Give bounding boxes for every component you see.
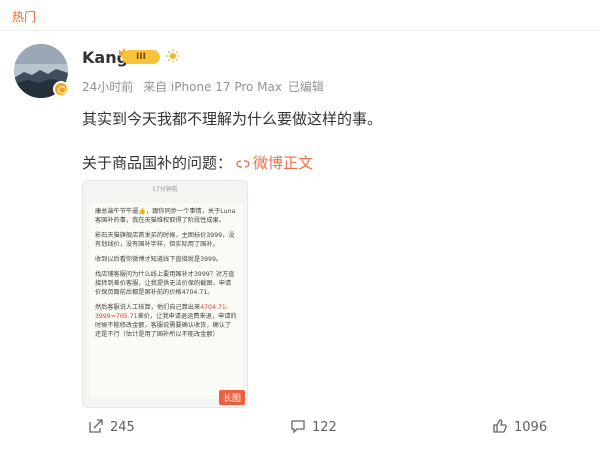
edited-label[interactable]: 已编辑: [288, 80, 324, 94]
post-meta: 24小时前 来自 iPhone 17 Pro Max 已编辑: [82, 78, 330, 95]
like-count: 1096: [514, 420, 548, 435]
post-source: 来自 iPhone 17 Pro Max: [143, 80, 282, 94]
image-header: 17分钟前: [152, 186, 178, 193]
action-bar: 245 122 1096: [0, 414, 600, 440]
chat-paragraph: 找店铺客服问为什么线上要用国补才3999？对方直接转到差价客服，让我提供无法价保…: [95, 270, 235, 296]
share-icon: [89, 419, 103, 433]
comment-icon: [291, 420, 305, 434]
share-count: 245: [110, 420, 135, 435]
weibo-link[interactable]: 微博正文: [236, 154, 313, 172]
like-button[interactable]: 1096: [492, 418, 547, 435]
divider: [0, 30, 600, 31]
sun-icon[interactable]: [166, 49, 180, 63]
comment-count: 122: [312, 420, 337, 435]
post-text: 其实到今天我都不理解为什么要做这样的事。: [82, 110, 383, 128]
long-image[interactable]: 17分钟前 康总端午节牛逼👍，跟你同步一个事情，关于Luna客国补的事，我在天猫…: [82, 180, 248, 408]
post-time[interactable]: 24小时前: [82, 80, 133, 94]
comment-button[interactable]: 122: [290, 418, 337, 435]
difference-highlight: 4704.71-3999=705.71: [95, 303, 229, 320]
chat-paragraph: 康总端午节牛逼👍，跟你同步一个事情，关于Luna客国补的事，我在天猫维权取得了阶…: [95, 208, 236, 224]
section-label[interactable]: 热门: [12, 8, 36, 25]
long-image-tag: 长图: [218, 390, 245, 405]
link-icon: [236, 160, 250, 168]
question-prefix: 关于商品国补的问题：: [82, 154, 233, 172]
chat-bubble: 康总端午节牛逼👍，跟你同步一个事情，关于Luna客国补的事，我在天猫维权取得了阶…: [89, 203, 243, 399]
share-button[interactable]: 245: [88, 418, 135, 435]
verified-badge-icon: [53, 81, 69, 97]
chat-paragraph: 影石天猫旗舰店首发买的时候，主图标价3999，没有划线价，没有国补字样，但实际用…: [95, 231, 235, 248]
chat-paragraph: 然后客服说人工核算，他们自己算出来4704.71-3999=705.71差价，让…: [95, 303, 237, 338]
like-icon: [493, 419, 507, 433]
vip-badge[interactable]: III: [122, 50, 160, 64]
chat-paragraph: 收到以后看你微博才知道线下直接就是3999。: [95, 255, 223, 263]
question-line: 关于商品国补的问题： 微博正文: [82, 152, 313, 173]
weibo-link-label[interactable]: 微博正文: [253, 154, 313, 172]
